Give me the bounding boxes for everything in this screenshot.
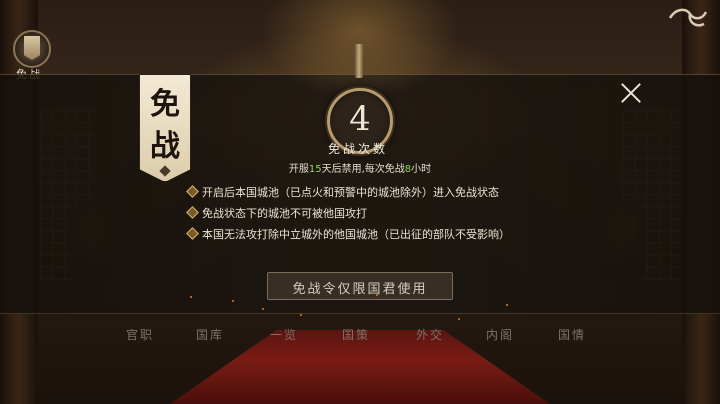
dialog-title-char-1: 免 xyxy=(150,87,180,122)
dragon-back-icon[interactable] xyxy=(668,6,708,30)
dialog-title-tag: 免 战 xyxy=(139,74,191,182)
scroll-rod-ornament xyxy=(355,44,363,78)
avoid-war-count-label: 免战次数 xyxy=(327,142,388,156)
ember-particle xyxy=(262,308,264,310)
ember-particle xyxy=(458,318,460,320)
close-icon[interactable] xyxy=(618,80,644,106)
banner-icon xyxy=(24,36,40,60)
ember-particle xyxy=(376,294,378,296)
diamond-bullet-icon xyxy=(186,185,199,198)
menu-item-status[interactable]: 国情 xyxy=(558,326,586,343)
rule-item: 本国无法攻打除中立城外的他国城池（已出征的部队不受影响） xyxy=(186,226,606,247)
menu-item-treasury[interactable]: 国库 xyxy=(196,326,224,343)
menu-item-cabinet[interactable]: 内阁 xyxy=(486,326,514,343)
ember-particle xyxy=(232,300,234,302)
ember-particle xyxy=(506,304,508,306)
monarch-only-notice[interactable]: 免战令仅限国君使用 xyxy=(267,272,453,300)
dialog-title-char-2: 战 xyxy=(150,129,180,164)
rules-list: 开启后本国城池（已点火和预警中的城池除外）进入免战状态 免战状态下的城池不可被他… xyxy=(186,184,606,247)
ember-particle xyxy=(300,314,302,316)
ember-particle xyxy=(190,296,192,298)
diamond-ornament-icon xyxy=(159,165,171,177)
rule-item: 开启后本国城池（已点火和预警中的城池除外）进入免战状态 xyxy=(186,184,606,205)
diamond-bullet-icon xyxy=(186,206,199,219)
bottom-menu: 官职 国库 一览 国策 外交 内阁 国情 xyxy=(120,326,600,344)
menu-item-diplomacy[interactable]: 外交 xyxy=(416,326,444,343)
menu-item-overview[interactable]: 一览 xyxy=(270,326,298,343)
menu-item-official[interactable]: 官职 xyxy=(126,326,154,343)
diamond-bullet-icon xyxy=(186,227,199,240)
avoid-war-count-note: 开服15天后禁用,每次免战8小时 xyxy=(288,164,432,175)
menu-item-policy[interactable]: 国策 xyxy=(342,326,370,343)
rule-item: 免战状态下的城池不可被他国攻打 xyxy=(186,205,606,226)
avoid-war-button[interactable] xyxy=(13,30,51,68)
avoid-war-count: 4 xyxy=(349,99,371,139)
